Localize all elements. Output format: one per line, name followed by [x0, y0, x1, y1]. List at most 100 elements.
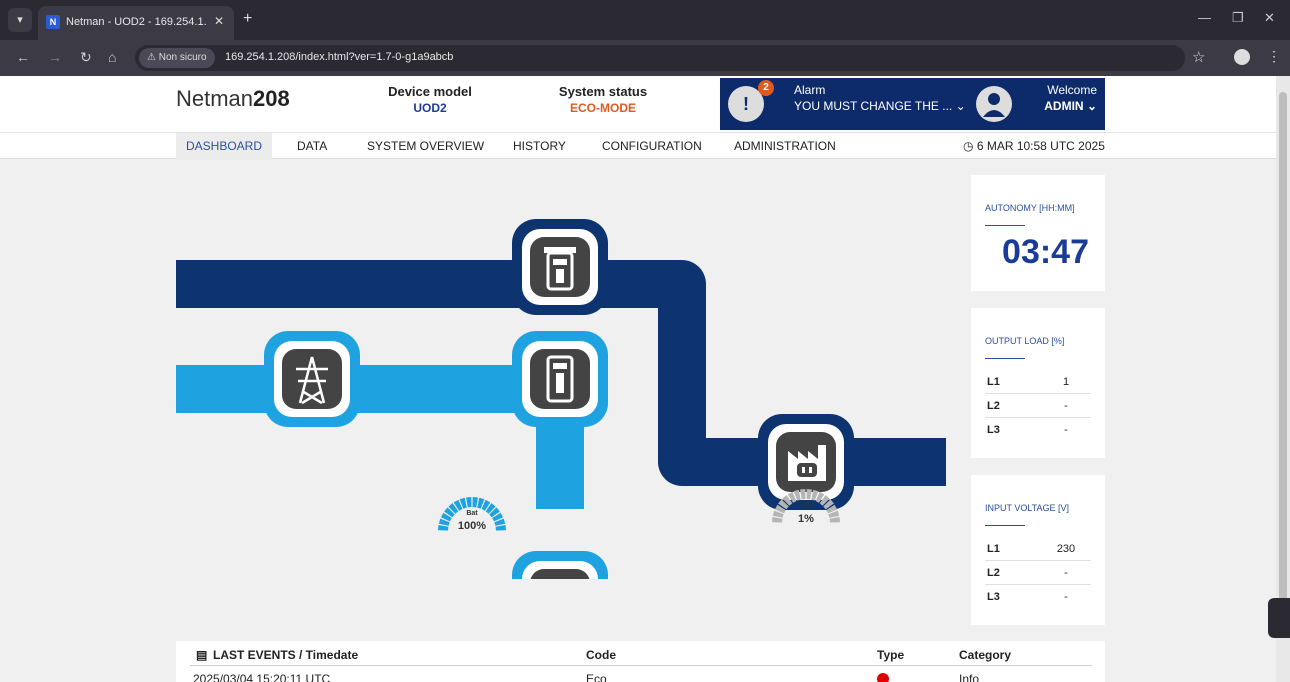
device-model-label: Device model — [388, 84, 472, 99]
insecure-label: Non sicuro — [158, 52, 207, 63]
events-divider — [190, 665, 1092, 666]
url-text[interactable]: 169.254.1.208/index.html?ver=1.7-0-g1a9a… — [225, 51, 453, 63]
netman-logo: Netman208 — [176, 86, 290, 112]
restore-icon[interactable]: ❐ — [1232, 10, 1244, 26]
phase-value: - — [1064, 567, 1068, 579]
bypass-node[interactable] — [512, 219, 608, 315]
minimize-icon[interactable]: — — [1198, 10, 1211, 25]
gauge-segment — [466, 497, 472, 508]
reload-icon[interactable]: ↻ — [80, 49, 92, 66]
battery-gauge-value: 100% — [457, 520, 487, 532]
ups-node[interactable] — [512, 331, 608, 427]
phase-value: - — [1064, 591, 1068, 603]
grid-node[interactable] — [264, 331, 360, 427]
warning-icon: ⚠ — [147, 52, 159, 63]
chevron-down-icon: ⌄ — [955, 99, 966, 113]
menu-system-overview[interactable]: SYSTEM OVERVIEW — [357, 133, 494, 160]
autonomy-value: 03:47 — [1002, 233, 1089, 271]
menu-configuration[interactable]: CONFIGURATION — [592, 133, 712, 160]
menu-data[interactable]: DATA — [287, 133, 337, 160]
forward-icon[interactable]: → — [48, 49, 62, 65]
phase-label: L1 — [987, 376, 1000, 388]
events-header-timedate: LAST EVENTS / Timedate — [213, 648, 359, 662]
phase-value: - — [1064, 424, 1068, 436]
tab-search-icon[interactable]: ▾ — [8, 8, 32, 32]
menu-dashboard[interactable]: DASHBOARD — [176, 133, 273, 160]
address-bar[interactable]: ⚠ Non sicuro 169.254.1.208/index.html?ve… — [135, 45, 1185, 71]
tab-favicon-icon: N — [46, 15, 60, 29]
autonomy-title: AUTONOMY [HH:MM] — [985, 203, 1075, 213]
clock: ◷ 6 MAR 10:58 UTC 2025 — [963, 139, 1105, 153]
extension-icon[interactable] — [1234, 49, 1250, 65]
browser-menu-icon[interactable]: ⋮ — [1267, 48, 1281, 65]
panel-divider — [985, 225, 1025, 226]
input-voltage-panel: INPUT VOLTAGE [V] L1 230 L2 - L3 - — [971, 475, 1105, 625]
side-panel-toggle[interactable] — [1268, 598, 1290, 638]
input-voltage-title: INPUT VOLTAGE [V] — [985, 503, 1070, 513]
browser-tab[interactable]: N Netman - UOD2 - 169.254.1.208 ✕ — [38, 6, 234, 40]
tab-title: Netman - UOD2 - 169.254.1.208 — [66, 16, 206, 28]
tab-close-icon[interactable]: ✕ — [214, 14, 224, 28]
welcome-user-name: ADMIN — [1044, 99, 1084, 113]
alarm-count-badge: 2 — [758, 80, 774, 96]
logo-number: 208 — [253, 86, 290, 111]
user-dropdown[interactable]: Welcome ADMIN ⌄ — [970, 78, 1105, 130]
back-icon[interactable]: ← — [16, 49, 30, 65]
menu-history[interactable]: HISTORY — [503, 133, 576, 160]
page-scrollbar[interactable] — [1276, 76, 1290, 682]
bookmark-star-icon[interactable]: ☆ — [1192, 48, 1205, 66]
device-model: Device model UOD2 — [382, 84, 478, 115]
events-header-category: Category — [959, 648, 1012, 662]
avatar — [976, 86, 1012, 122]
welcome-user: ADMIN ⌄ — [1044, 99, 1097, 113]
events-header-code: Code — [586, 648, 616, 662]
output-load-row: L2 - — [985, 394, 1091, 418]
load-node[interactable] — [758, 414, 854, 510]
gauge-segment — [438, 525, 449, 531]
system-status-label: System status — [558, 84, 648, 99]
page-content: Netman208 Device model UOD2 System statu… — [0, 76, 1276, 682]
device-model-value: UOD2 — [413, 101, 447, 115]
clock-icon: ◷ — [963, 139, 977, 153]
event-type-indicator — [877, 673, 889, 682]
output-load-row: L1 1 — [985, 370, 1091, 394]
app-header: Netman208 Device model UOD2 System statu… — [0, 76, 1276, 132]
events-header-type: Type — [877, 648, 905, 662]
close-window-icon[interactable]: ✕ — [1264, 10, 1275, 26]
phase-label: L3 — [987, 424, 1000, 436]
battery-node[interactable] — [512, 551, 608, 579]
menu-administration[interactable]: ADMINISTRATION — [724, 133, 846, 160]
alarm-message: YOU MUST CHANGE THE ... ⌄ — [794, 99, 966, 113]
scrollbar-thumb[interactable] — [1279, 92, 1287, 632]
event-timedate: 2025/03/04 15:20:11 UTC — [193, 672, 331, 682]
input-voltage-row: L3 - — [985, 585, 1091, 609]
phase-label: L2 — [987, 400, 1000, 412]
output-load-row: L3 - — [985, 418, 1091, 442]
event-code: Eco — [586, 672, 607, 682]
alarm-message-text: YOU MUST CHANGE THE ... — [794, 99, 953, 113]
browser-toolbar: ← → ↻ ⌂ ⚠ Non sicuro 169.254.1.208/index… — [0, 40, 1290, 76]
phase-label: L2 — [987, 567, 1000, 579]
system-status-value: ECO-MODE — [570, 101, 636, 115]
input-voltage-row: L2 - — [985, 561, 1091, 585]
insecure-badge[interactable]: ⚠ Non sicuro — [139, 48, 215, 68]
home-icon[interactable]: ⌂ — [108, 49, 116, 65]
event-category: Info — [959, 672, 980, 682]
panel-divider — [985, 525, 1025, 526]
welcome-label: Welcome — [1047, 83, 1097, 97]
output-load-panel: OUTPUT LOAD [%] L1 1 L2 - L3 - — [971, 308, 1105, 458]
gauge-segment — [472, 497, 478, 508]
autonomy-panel: AUTONOMY [HH:MM] 03:47 — [971, 175, 1105, 291]
events-icon: ▤ — [196, 648, 208, 662]
alarm-label: Alarm — [794, 83, 826, 97]
browser-tab-bar: ▾ N Netman - UOD2 - 169.254.1.208 ✕ + — … — [0, 0, 1290, 40]
new-tab-icon[interactable]: + — [243, 10, 252, 28]
chevron-down-icon: ⌄ — [1086, 99, 1097, 113]
last-events-table: ▤ LAST EVENTS / Timedate Code Type Categ… — [176, 641, 1105, 682]
load-gauge-value: 1% — [798, 513, 814, 525]
alarm-dropdown[interactable]: ! 2 Alarm YOU MUST CHANGE THE ... ⌄ — [720, 78, 970, 130]
system-status: System status ECO-MODE — [548, 84, 658, 115]
gauge-segment — [772, 517, 783, 523]
panel-divider — [985, 358, 1025, 359]
output-load-title: OUTPUT LOAD [%] — [985, 336, 1065, 346]
